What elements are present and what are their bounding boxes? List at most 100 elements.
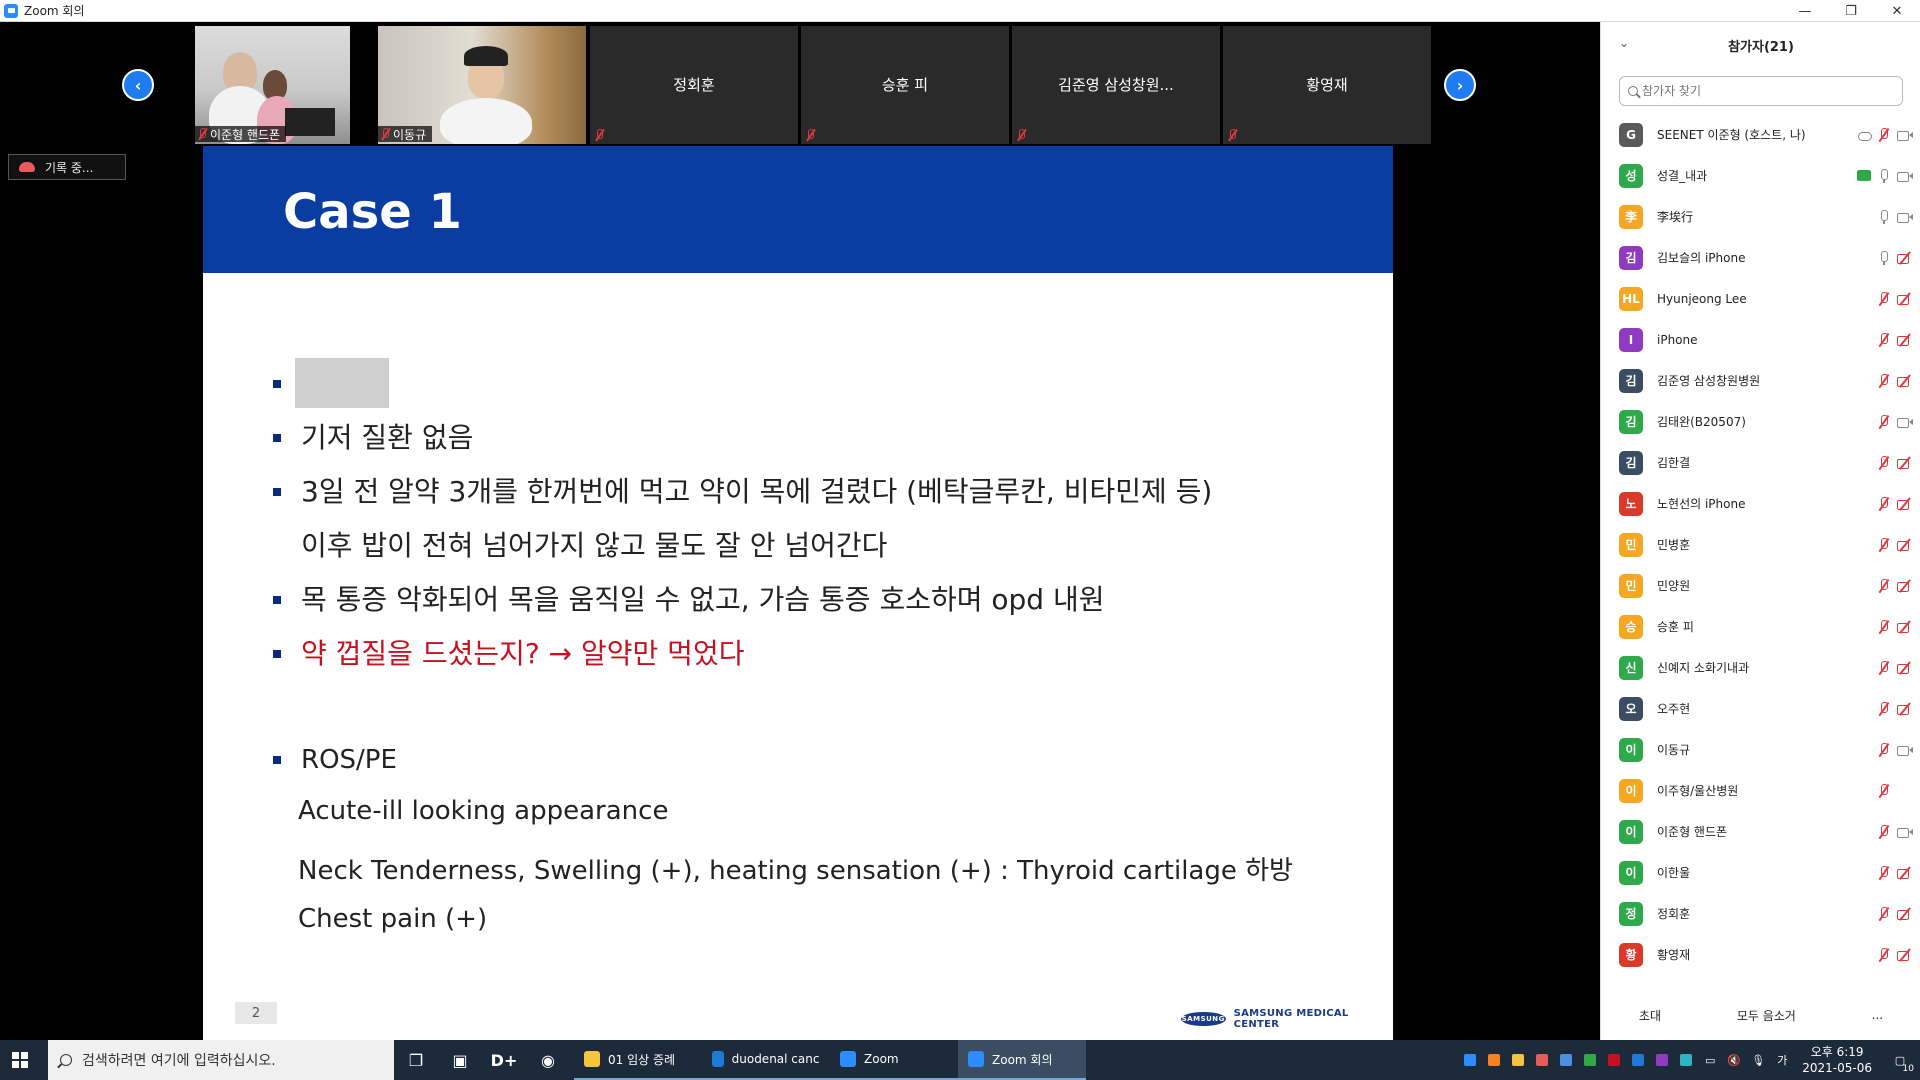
microphone-icon[interactable]	[1877, 209, 1891, 224]
participant-row[interactable]: 김 김준영 삼성창원병원	[1601, 360, 1920, 401]
participant-row[interactable]: 노 노현선의 iPhone	[1601, 483, 1920, 524]
mute-all-button[interactable]: 모두 음소거	[1727, 1003, 1806, 1028]
microphone-muted-icon[interactable]	[1877, 865, 1891, 880]
app-d-plus-icon[interactable]: D+	[482, 1040, 526, 1080]
tray-app-icon[interactable]	[1532, 1050, 1552, 1070]
microphone-muted-icon[interactable]	[1877, 373, 1891, 388]
video-tile-3[interactable]: 정회훈	[590, 26, 798, 144]
taskbar-search[interactable]: 검색하려면 여기에 입력하십시오.	[48, 1040, 394, 1080]
video-tile-2[interactable]: 이동규	[378, 26, 586, 144]
zoom-tray-icon[interactable]	[1460, 1050, 1480, 1070]
minimize-button[interactable]: —	[1782, 0, 1828, 22]
participant-search-input[interactable]	[1642, 84, 1882, 98]
microphone-muted-icon[interactable]	[1877, 291, 1891, 306]
participant-row[interactable]: 승 승훈 피	[1601, 606, 1920, 647]
participant-name: 李埃行	[1657, 210, 1694, 224]
microphone-muted-icon[interactable]	[1877, 332, 1891, 347]
start-button[interactable]	[0, 1040, 40, 1080]
participant-row[interactable]: IiPhone	[1601, 319, 1920, 360]
taskbar-app-button[interactable]: Zoom	[830, 1040, 958, 1080]
microphone-muted-icon[interactable]	[1877, 537, 1891, 552]
close-button[interactable]: ✕	[1874, 0, 1920, 22]
microphone-muted-icon[interactable]	[1877, 455, 1891, 470]
tray-app-icon[interactable]	[1676, 1050, 1696, 1070]
participant-search[interactable]	[1619, 76, 1903, 106]
tray-app-icon[interactable]	[1580, 1050, 1600, 1070]
tray-app-icon[interactable]	[1508, 1050, 1528, 1070]
system-clock[interactable]: 오후 6:19 2021-05-06	[1802, 1044, 1872, 1076]
tray-app-icon[interactable]	[1484, 1050, 1504, 1070]
invite-button[interactable]: 초대	[1629, 1003, 1671, 1028]
taskbar-search-placeholder: 검색하려면 여기에 입력하십시오.	[82, 1053, 276, 1069]
participant-hair	[464, 46, 508, 66]
video-tile-1[interactable]: 이준형 핸드폰	[195, 26, 350, 144]
microphone-icon[interactable]: 🎙	[1748, 1050, 1768, 1070]
participant-name: 오주현	[1657, 702, 1691, 716]
microphone-muted-icon[interactable]	[1877, 414, 1891, 429]
microphone-icon[interactable]	[1877, 250, 1891, 265]
taskbar-app-button[interactable]: 01 임상 증례	[574, 1040, 702, 1080]
action-center-button[interactable]: ▢ 10	[1880, 1040, 1920, 1080]
more-options-button[interactable]: ...	[1862, 1004, 1893, 1026]
participant-name: 김준영 삼성창원병원	[1657, 374, 1761, 388]
participant-row[interactable]: 이 이한울	[1601, 852, 1920, 893]
chevron-left-icon: ‹	[134, 75, 142, 95]
microphone-muted-icon[interactable]	[1877, 742, 1891, 757]
microphone-muted-icon[interactable]	[1877, 578, 1891, 593]
participant-row[interactable]: 이 이준형 핸드폰	[1601, 811, 1920, 852]
prev-page-button[interactable]: ‹	[122, 69, 154, 101]
taskbar-app-button[interactable]: duodenal cancer s...	[702, 1040, 830, 1080]
tray-app-icon[interactable]	[1556, 1050, 1576, 1070]
video-tile-6[interactable]: 황영재	[1223, 26, 1431, 144]
participant-row[interactable]: 김 김태완(B20507)	[1601, 401, 1920, 442]
microphone-muted-icon[interactable]	[1877, 619, 1891, 634]
app-icon	[968, 1051, 984, 1067]
restore-button[interactable]: ❐	[1828, 0, 1874, 22]
bullet-marker	[273, 650, 281, 658]
microphone-muted-icon[interactable]	[1877, 824, 1891, 839]
tray-app-icon[interactable]	[1604, 1050, 1624, 1070]
tray-app-icon[interactable]	[1652, 1050, 1672, 1070]
app-icon	[712, 1051, 724, 1067]
video-tile-5[interactable]: 김준영 삼성창원...	[1012, 26, 1220, 144]
network-icon[interactable]: ▭	[1700, 1050, 1720, 1070]
recording-indicator[interactable]: 기록 중...	[8, 154, 126, 180]
volume-muted-icon[interactable]: 🔇	[1724, 1050, 1744, 1070]
camera-icon	[1897, 415, 1913, 429]
bullet-marker	[273, 596, 281, 604]
participant-row[interactable]: 민 민양원	[1601, 565, 1920, 606]
participant-row[interactable]: 정 정회훈	[1601, 893, 1920, 934]
participant-row[interactable]: 李李埃行	[1601, 196, 1920, 237]
participant-row[interactable]: 신 신예지 소화기내과	[1601, 647, 1920, 688]
microphone-icon[interactable]	[1877, 168, 1891, 183]
video-tile-4[interactable]: 승훈 피	[801, 26, 1009, 144]
participant-row[interactable]: 성 성결_내과	[1601, 155, 1920, 196]
participant-row[interactable]: 오 오주현	[1601, 688, 1920, 729]
task-view-icon[interactable]: ❐	[394, 1040, 438, 1080]
participant-row[interactable]: 김 김보슬의 iPhone	[1601, 237, 1920, 278]
participant-row[interactable]: 김 김한결	[1601, 442, 1920, 483]
microphone-muted-icon[interactable]	[1877, 701, 1891, 716]
participant-row[interactable]: HL Hyunjeong Lee	[1601, 278, 1920, 319]
microphone-muted-icon[interactable]	[1877, 127, 1891, 142]
participant-row[interactable]: 이 이주형/울산병원	[1601, 770, 1920, 811]
next-page-button[interactable]: ›	[1444, 69, 1476, 101]
participant-row[interactable]: 황 황영재	[1601, 934, 1920, 975]
printer-icon[interactable]: ▣	[438, 1040, 482, 1080]
microphone-muted-icon[interactable]	[1877, 947, 1891, 962]
tray-app-icon[interactable]	[1628, 1050, 1648, 1070]
participant-row[interactable]: 민 민병훈	[1601, 524, 1920, 565]
microphone-muted-icon[interactable]	[1877, 783, 1891, 798]
participant-row[interactable]: 이 이동규	[1601, 729, 1920, 770]
finding-line: Neck Tenderness, Swelling (+), heating s…	[298, 856, 1293, 886]
obs-icon[interactable]: ◉	[526, 1040, 570, 1080]
participant-row[interactable]: G SEENET 이준형 (호스트, 나)	[1601, 114, 1920, 155]
windows-taskbar: 검색하려면 여기에 입력하십시오. ❐ ▣ D+ ◉ 01 임상 증례 duode…	[0, 1040, 1920, 1080]
microphone-muted-icon[interactable]	[1877, 496, 1891, 511]
microphone-muted-icon[interactable]	[1877, 660, 1891, 675]
microphone-muted-icon[interactable]	[1877, 906, 1891, 921]
input-language-indicator[interactable]: 가	[1772, 1050, 1792, 1070]
taskbar-app-button[interactable]: Zoom 회의	[958, 1040, 1086, 1080]
slide-header: Case 1	[203, 146, 1393, 273]
slide-bullet: 목 통증 악화되어 목을 움직일 수 없고, 가슴 통증 호소하며 opd 내원	[273, 582, 1105, 618]
